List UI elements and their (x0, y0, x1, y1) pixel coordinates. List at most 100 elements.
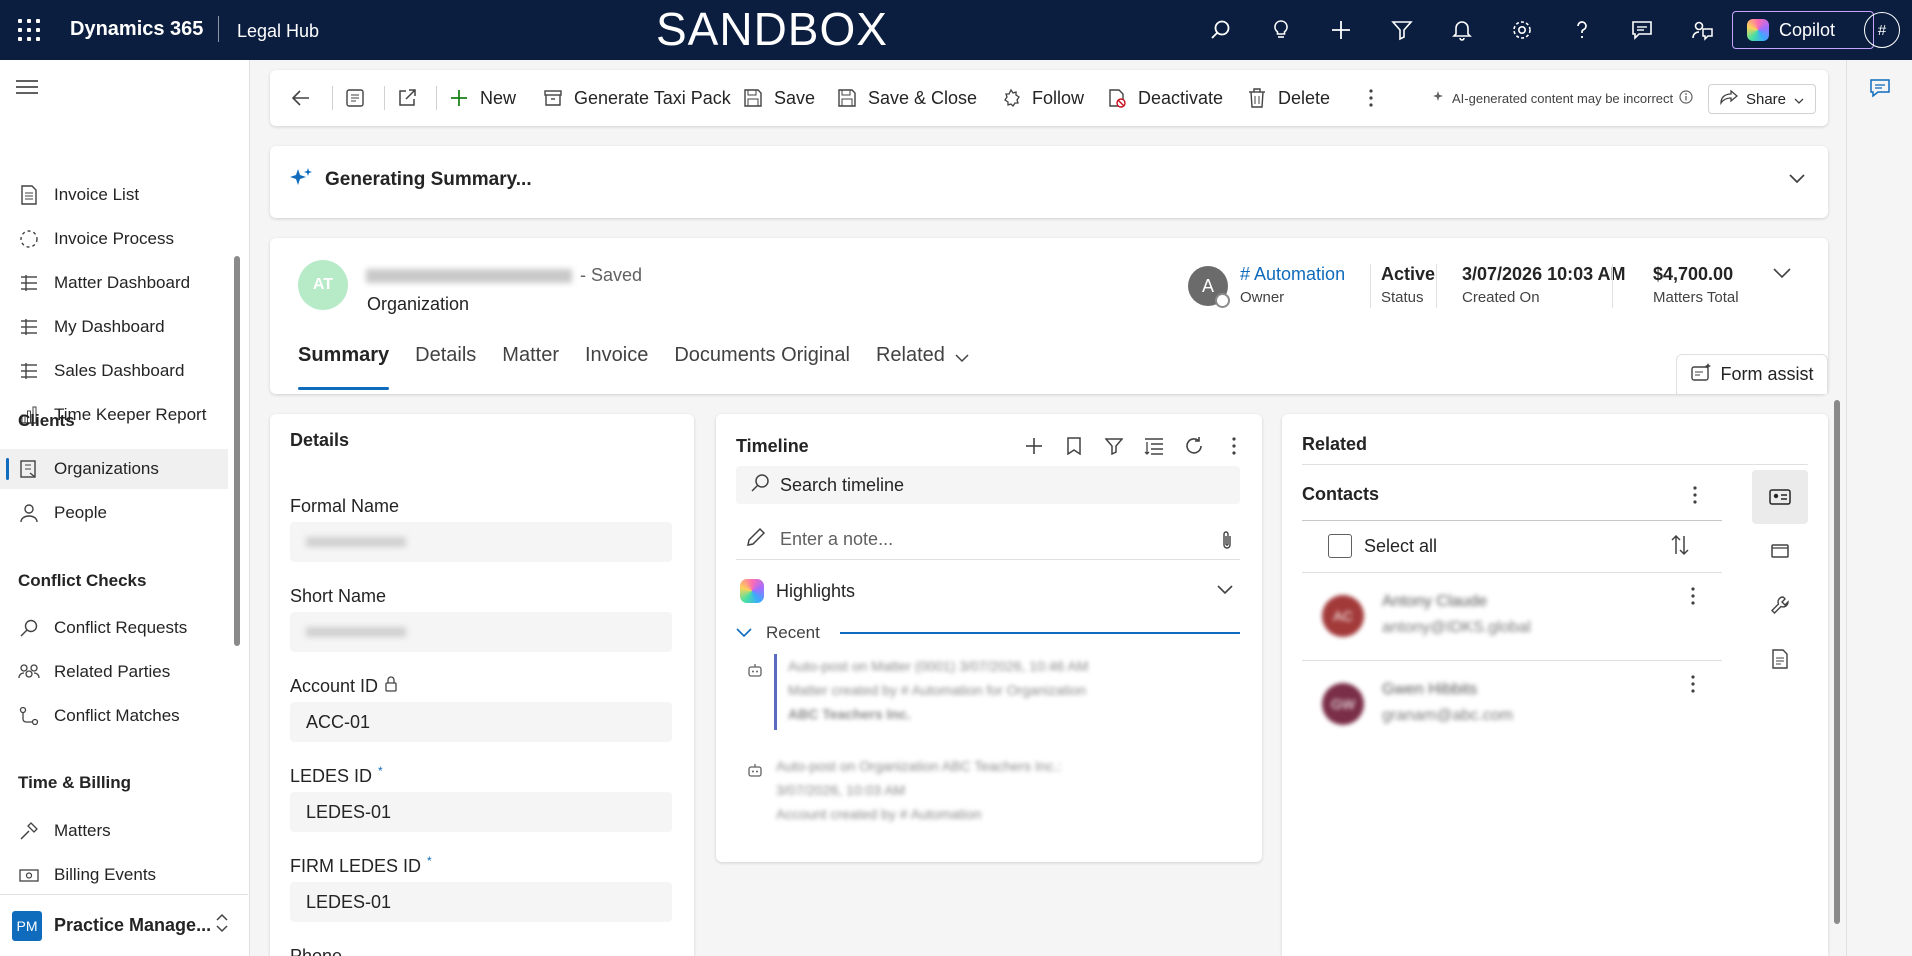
chevron-down-icon[interactable] (1788, 172, 1806, 190)
area-switcher[interactable]: PM Practice Manage... (0, 894, 248, 956)
app-launcher-icon[interactable] (18, 19, 40, 41)
chevron-down-icon[interactable] (1772, 266, 1792, 284)
sidebar-item-conflict-requests[interactable]: Conflict Requests (0, 608, 228, 648)
short-name-field[interactable] (290, 612, 672, 652)
sidebar-item-invoice-process[interactable]: Invoice Process (0, 219, 228, 259)
contact-email[interactable]: antony@IDKS.global (1382, 619, 1531, 637)
sidebar-item-billing-events[interactable]: Billing Events (0, 855, 228, 895)
more-vertical-icon[interactable] (1690, 675, 1696, 698)
highlights-row[interactable]: Highlights (740, 576, 1240, 606)
form-assist-button[interactable]: Form assist (1676, 354, 1828, 394)
sort-list-icon[interactable] (1140, 432, 1168, 460)
plus-icon[interactable] (1325, 14, 1357, 46)
owner-link[interactable]: # Automation (1240, 264, 1345, 285)
contact-card-icon[interactable] (1752, 470, 1808, 524)
tab-invoice[interactable]: Invoice (585, 344, 648, 388)
back-button[interactable] (290, 70, 312, 126)
ledes-id-field[interactable]: LEDES-01 (290, 792, 672, 832)
tab-documents-original[interactable]: Documents Original (674, 344, 850, 388)
new-button[interactable]: New (448, 70, 516, 126)
sort-icon[interactable] (1670, 534, 1690, 561)
timeline-note-input[interactable]: Enter a note... (736, 520, 1240, 560)
sidebar-item-sales-dashboard[interactable]: Sales Dashboard (0, 351, 228, 391)
firm-ledes-id-field[interactable]: LEDES-01 (290, 882, 672, 922)
copilot-button[interactable]: Copilot (1732, 11, 1874, 49)
recent-group-header[interactable]: Recent (736, 620, 1240, 646)
page-scrollbar[interactable] (1834, 400, 1840, 924)
contact-name[interactable]: Gwen Hibbits (1382, 681, 1477, 699)
deactivate-button[interactable]: Deactivate (1106, 70, 1223, 126)
more-vertical-icon[interactable] (1692, 486, 1698, 509)
tab-matter[interactable]: Matter (502, 344, 559, 388)
filter-icon[interactable] (1100, 432, 1128, 460)
tab-related[interactable]: Related (876, 344, 969, 388)
refresh-icon[interactable] (1180, 432, 1208, 460)
save-button[interactable]: Save (742, 70, 815, 126)
user-avatar[interactable]: # (1864, 12, 1900, 48)
sparkle-icon (288, 166, 314, 197)
more-vertical-icon[interactable] (1690, 587, 1696, 610)
follow-icon (1000, 87, 1022, 109)
help-icon[interactable] (1566, 14, 1598, 46)
contact-card[interactable]: AC Antony Claude antony@IDKS.global (1302, 572, 1722, 660)
sidebar-scrollbar[interactable] (234, 256, 240, 646)
contact-card[interactable]: GW Gwen Hibbits granam@abc.com (1302, 660, 1722, 748)
redacted-value (306, 627, 406, 637)
formal-name-field[interactable] (290, 522, 672, 562)
area-name[interactable]: Legal Hub (237, 21, 319, 42)
select-all-checkbox[interactable]: Select all (1328, 534, 1437, 558)
open-new-window-button[interactable] (396, 70, 418, 126)
sidebar-item-people[interactable]: People (0, 493, 228, 533)
sidebar-item-my-dashboard[interactable]: My Dashboard (0, 307, 228, 347)
hamburger-icon[interactable] (16, 80, 38, 94)
search-icon[interactable] (1205, 14, 1237, 46)
attachment-icon[interactable] (1220, 530, 1234, 555)
contact-avatar: GW (1322, 683, 1364, 725)
settings-icon[interactable] (1506, 14, 1538, 46)
sidebar-item-invoice-list[interactable]: Invoice List (0, 175, 228, 215)
account-id-field[interactable]: ACC-01 (290, 702, 672, 742)
sidebar-item-conflict-matches[interactable]: Conflict Matches (0, 696, 228, 736)
generate-taxi-pack-button[interactable]: Generate Taxi Pack (542, 70, 731, 126)
contact-name[interactable]: Antony Claude (1382, 593, 1487, 611)
app-name[interactable]: Dynamics 365 (70, 18, 203, 41)
feedback-icon[interactable] (1686, 14, 1718, 46)
more-commands-button[interactable] (1360, 70, 1382, 126)
nav-group-conflict-checks: Conflict Checks (18, 571, 147, 590)
save-close-button[interactable]: Save & Close (836, 70, 977, 126)
sidebar-item-label: Matter Dashboard (54, 273, 191, 292)
sidebar-item-matter-dashboard[interactable]: Matter Dashboard (0, 263, 228, 303)
form-selector-button[interactable] (344, 70, 366, 126)
lightbulb-icon[interactable] (1265, 14, 1297, 46)
people-icon (18, 661, 40, 683)
follow-button[interactable]: Follow (1000, 70, 1084, 126)
plus-icon[interactable] (1020, 432, 1048, 460)
window-icon[interactable] (1752, 524, 1808, 578)
conversation-icon[interactable] (1869, 78, 1891, 103)
sidebar-item-related-parties[interactable]: Related Parties (0, 652, 228, 692)
bell-icon[interactable] (1446, 14, 1478, 46)
select-all-label: Select all (1364, 535, 1438, 556)
chat-icon[interactable] (1626, 14, 1658, 46)
wrench-icon[interactable] (1752, 578, 1808, 632)
info-icon[interactable] (1679, 89, 1693, 107)
contact-email[interactable]: granam@abc.com (1382, 707, 1513, 725)
form-assist-label: Form assist (1720, 364, 1814, 384)
more-vertical-icon[interactable] (1220, 432, 1248, 460)
filter-icon[interactable] (1386, 14, 1418, 46)
more-vertical-icon (1360, 87, 1382, 109)
bookmark-icon[interactable] (1060, 432, 1088, 460)
sidebar-item-organizations[interactable]: Organizations (0, 449, 228, 489)
sidebar-item-matters[interactable]: Matters (0, 811, 228, 851)
sidebar-item-label: Sales Dashboard (54, 361, 185, 380)
tab-details[interactable]: Details (415, 344, 476, 388)
tab-summary[interactable]: Summary (298, 344, 390, 390)
timeline-entry[interactable]: Auto-post on Organization ABC Teachers I… (746, 754, 1216, 834)
share-label: Share (1745, 90, 1787, 108)
timeline-entry[interactable]: Auto-post on Matter (0001) 3/07/2026, 10… (746, 654, 1216, 734)
delete-button[interactable]: Delete (1246, 70, 1330, 126)
checkbox[interactable] (1328, 534, 1352, 558)
share-button[interactable]: Share (1708, 84, 1816, 114)
document-icon[interactable] (1752, 632, 1808, 686)
timeline-search-input[interactable]: Search timeline (736, 466, 1240, 504)
